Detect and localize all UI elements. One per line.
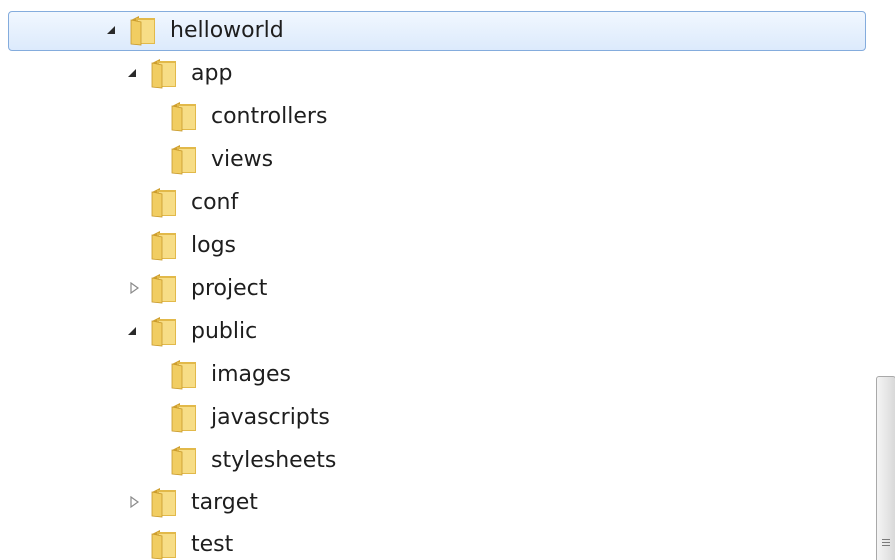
- folder-icon: [149, 528, 179, 560]
- folder-tree: helloworld app controllers views conf lo…: [0, 0, 895, 560]
- expanded-triangle-icon[interactable]: [125, 324, 139, 338]
- folder-icon: [149, 486, 179, 518]
- tree-item-conf[interactable]: conf: [0, 182, 870, 224]
- vertical-scrollbar[interactable]: [873, 0, 895, 560]
- tree-item-logs[interactable]: logs: [0, 225, 870, 267]
- tree-item-label: javascripts: [211, 405, 330, 430]
- tree-item-label: controllers: [211, 104, 328, 129]
- folder-icon: [169, 358, 199, 390]
- folder-icon: [149, 229, 179, 261]
- grip-icon: [882, 539, 890, 551]
- tree-item-views[interactable]: views: [0, 139, 870, 181]
- tree-item-label: logs: [191, 233, 236, 258]
- tree-item-helloworld[interactable]: helloworld: [0, 10, 870, 52]
- folder-icon: [149, 57, 179, 89]
- tree-item-stylesheets[interactable]: stylesheets: [0, 440, 870, 482]
- tree-item-label: images: [211, 362, 291, 387]
- folder-icon: [169, 444, 199, 476]
- tree-item-javascripts[interactable]: javascripts: [0, 397, 870, 439]
- tree-item-project[interactable]: project: [0, 268, 870, 310]
- tree-item-controllers[interactable]: controllers: [0, 96, 870, 138]
- tree-item-label: test: [191, 532, 234, 557]
- folder-icon: [128, 14, 158, 46]
- tree-item-label: project: [191, 276, 268, 301]
- collapsed-triangle-icon[interactable]: [127, 495, 141, 509]
- expanded-triangle-icon[interactable]: [104, 23, 118, 37]
- folder-icon: [149, 315, 179, 347]
- folder-icon: [169, 143, 199, 175]
- tree-item-test[interactable]: test: [0, 524, 870, 560]
- tree-item-label: app: [191, 61, 233, 86]
- tree-item-label: conf: [191, 190, 239, 215]
- tree-item-label: target: [191, 490, 258, 515]
- folder-icon: [149, 186, 179, 218]
- expanded-triangle-icon[interactable]: [125, 66, 139, 80]
- tree-item-app[interactable]: app: [0, 53, 870, 95]
- folder-icon: [149, 272, 179, 304]
- tree-item-images[interactable]: images: [0, 354, 870, 396]
- tree-item-label: helloworld: [170, 18, 284, 43]
- tree-item-label: public: [191, 319, 258, 344]
- tree-item-target[interactable]: target: [0, 482, 870, 524]
- folder-icon: [169, 401, 199, 433]
- scrollbar-thumb[interactable]: [876, 376, 895, 560]
- folder-icon: [169, 100, 199, 132]
- tree-item-label: views: [211, 147, 274, 172]
- tree-item-label: stylesheets: [211, 448, 337, 473]
- collapsed-triangle-icon[interactable]: [127, 281, 141, 295]
- tree-item-public[interactable]: public: [0, 311, 870, 353]
